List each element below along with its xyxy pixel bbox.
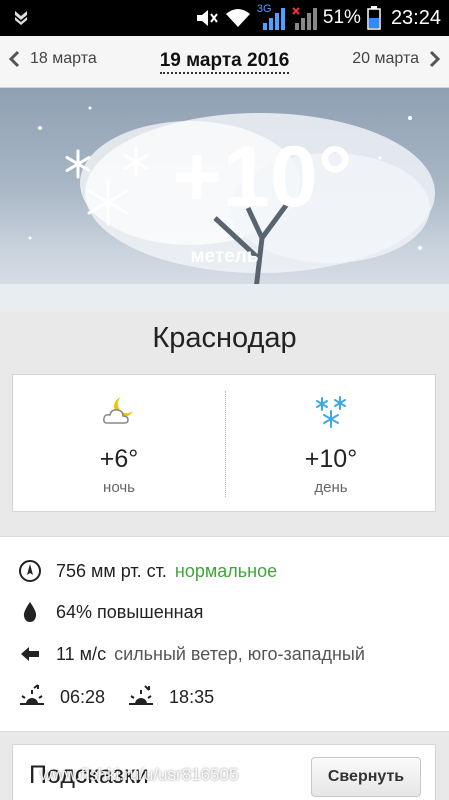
pressure-status: нормальное: [174, 560, 278, 581]
pressure-row: 756 мм рт. ст. нормальное: [18, 559, 277, 583]
status-bar: 3G 51% 23:24: [0, 0, 449, 36]
snowflakes-icon: [65, 147, 149, 226]
pressure-value: 756 мм рт. ст.: [56, 560, 167, 581]
current-date-label: 19 марта 2016: [159, 50, 290, 74]
drop-icon: [23, 602, 37, 622]
current-temperature: +10°: [172, 129, 353, 225]
day-temperature: +10°: [304, 445, 358, 473]
wind-row: 11 м/с сильный ветер, юго-западный: [18, 642, 365, 666]
date-navigator: 18 марта 19 марта 2016 20 марта: [0, 36, 449, 88]
city-name[interactable]: Краснодар: [0, 322, 449, 355]
current-condition: метель: [190, 246, 259, 267]
night-forecast: +6° ночь: [13, 375, 225, 513]
wifi-icon: [225, 9, 250, 27]
sunset-icon: [129, 685, 154, 705]
humidity-row: 64% повышенная: [18, 600, 203, 624]
notification-icon: [14, 9, 28, 30]
mute-icon: [196, 10, 218, 26]
snowflakes-icon: [316, 396, 346, 428]
clock: 23:24: [390, 6, 441, 29]
next-date-button[interactable]: 20 марта: [352, 50, 441, 68]
sun-row: 06:28 18:35: [18, 684, 214, 710]
compass-icon: [19, 560, 41, 582]
weather-details: 756 мм рт. ст. нормальное 64% повышенная…: [0, 536, 449, 732]
sunset-time: 18:35: [169, 686, 215, 707]
day-label: день: [314, 479, 348, 496]
collapse-button[interactable]: Свернуть: [311, 757, 421, 797]
battery-percent: 51%: [322, 7, 361, 28]
humidity-value: 64% повышенная: [56, 601, 204, 622]
day-night-forecast: +6° ночь +10° день: [12, 374, 436, 512]
weather-hero: +10° метель: [0, 88, 449, 312]
sunrise-icon: [20, 684, 44, 705]
wind-description: сильный ветер, юго-западный: [114, 643, 365, 664]
signal-3g-icon: 3G: [257, 3, 285, 31]
chevron-right-icon: [429, 50, 441, 68]
arrow-left-icon: [21, 647, 39, 661]
next-date-label: 20 марта: [352, 50, 419, 67]
moon-cloud-icon: [103, 397, 133, 424]
night-temperature: +6°: [99, 445, 139, 473]
sunrise-time: 06:28: [60, 686, 106, 707]
watermark: www.fishki.ru/u/usr816505: [40, 765, 239, 784]
night-label: ночь: [103, 479, 135, 496]
signal-no-data-icon: [292, 7, 317, 30]
day-forecast: +10° день: [225, 375, 437, 513]
battery-icon: [367, 6, 381, 30]
wind-speed: 11 м/с: [56, 643, 107, 664]
